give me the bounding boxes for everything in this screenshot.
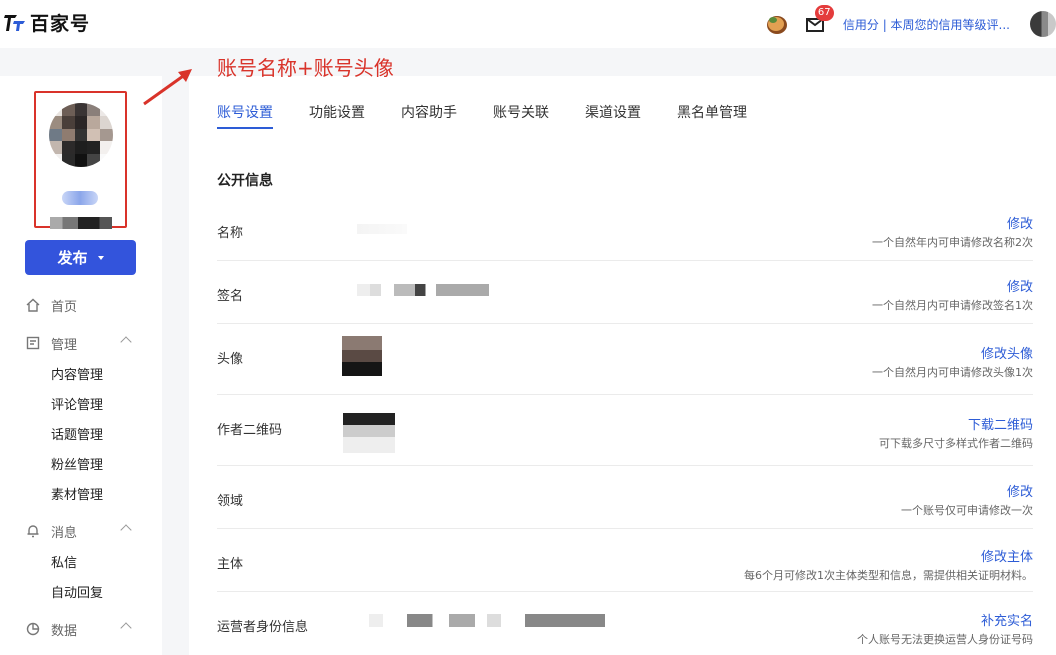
account-level-badge [62, 191, 98, 205]
row-label: 头像 [217, 352, 244, 367]
row-label: 名称 [217, 226, 244, 241]
sidebar: 发布 首页 管理 内容管理 评论管理 话题管理 粉丝管理 素材管理 消息 私信 … [0, 76, 162, 655]
user-avatar[interactable] [1030, 11, 1056, 37]
mail-button[interactable]: 67 [805, 5, 834, 35]
sidebar-item-private-message[interactable]: 私信 [0, 546, 162, 576]
sidebar-item-auto-reply[interactable]: 自动回复 [0, 576, 162, 606]
sidebar-item-data[interactable]: 数据 [0, 614, 162, 644]
signature-value-blurred [357, 284, 489, 296]
sidebar-item-material-manage[interactable]: 素材管理 [0, 478, 162, 508]
avatar-value-pixelated[interactable] [342, 336, 382, 376]
tab-blacklist[interactable]: 黑名单管理 [677, 103, 747, 129]
document-icon [26, 336, 40, 350]
top-header: 百家号 67 信用分 | 本周您的信用等级评... [0, 0, 1056, 48]
row-hint: 可下载多尺寸多样式作者二维码 [879, 437, 1033, 450]
caret-down-icon [97, 255, 104, 260]
chevron-up-icon [120, 336, 132, 348]
modify-avatar-link[interactable]: 修改头像 [981, 343, 1033, 362]
settings-row-entity: 主体 修改主体 每6个月可修改1次主体类型和信息，需提供相关证明材料。 [217, 529, 1033, 592]
credit-score-link[interactable]: 信用分 | 本周您的信用等级评... [843, 16, 1010, 33]
settings-row-avatar: 头像 修改头像 一个自然月内可申请修改头像1次 [217, 324, 1033, 395]
baijiahao-logo[interactable]: 百家号 [4, 9, 90, 35]
operator-identity-blurred [369, 614, 605, 627]
mail-count-badge: 67 [814, 5, 834, 21]
tab-account-settings[interactable]: 账号设置 [217, 103, 273, 129]
row-hint: 一个账号仅可申请修改一次 [901, 504, 1033, 517]
account-avatar-pixelated[interactable] [49, 103, 113, 167]
sidebar-item-message[interactable]: 消息 [0, 516, 162, 546]
modify-name-link[interactable]: 修改 [1007, 213, 1033, 232]
logo-icon [4, 15, 25, 31]
sidebar-item-comment-manage[interactable]: 评论管理 [0, 388, 162, 418]
qrcode-value-pixelated [343, 413, 395, 453]
row-label: 作者二维码 [217, 423, 283, 438]
section-title-public-info: 公开信息 [217, 173, 273, 189]
row-hint: 一个自然月内可申请修改签名1次 [872, 299, 1033, 312]
complete-realname-link[interactable]: 补充实名 [981, 610, 1033, 629]
modify-entity-link[interactable]: 修改主体 [981, 546, 1033, 565]
annotation-arrow-icon [143, 69, 192, 106]
row-label: 主体 [217, 557, 244, 572]
publish-button[interactable]: 发布 [25, 240, 136, 275]
account-name-pixelated [50, 217, 112, 229]
chevron-up-icon [120, 622, 132, 634]
sidebar-item-topic-manage[interactable]: 话题管理 [0, 418, 162, 448]
chevron-up-icon [120, 524, 132, 536]
annotation-text: 账号名称+账号头像 [217, 56, 394, 80]
row-hint: 一个自然月内可申请修改头像1次 [872, 366, 1033, 379]
sidebar-item-home[interactable]: 首页 [0, 290, 162, 320]
account-profile-highlight [34, 91, 127, 229]
settings-row-signature: 签名 修改 一个自然月内可申请修改签名1次 [217, 261, 1033, 324]
sidebar-item-content-manage[interactable]: 内容管理 [0, 358, 162, 388]
row-label: 运营者身份信息 [217, 620, 309, 635]
chart-pie-icon [26, 622, 40, 636]
bell-icon [27, 525, 39, 538]
publish-label: 发布 [57, 249, 88, 267]
sidebar-item-manage[interactable]: 管理 [0, 328, 162, 358]
coin-icon[interactable] [765, 12, 789, 36]
home-icon [26, 298, 40, 312]
row-hint: 每6个月可修改1次主体类型和信息，需提供相关证明材料。 [744, 569, 1033, 582]
tab-content-assistant[interactable]: 内容助手 [401, 103, 457, 129]
logo-text: 百家号 [30, 12, 91, 35]
row-label: 签名 [217, 289, 244, 304]
settings-panel: 账号设置 功能设置 内容助手 账号关联 渠道设置 黑名单管理 公开信息 名称 修… [189, 76, 1056, 655]
tab-account-link[interactable]: 账号关联 [493, 103, 549, 129]
settings-row-domain: 领域 修改 一个账号仅可申请修改一次 [217, 466, 1033, 529]
modify-signature-link[interactable]: 修改 [1007, 276, 1033, 295]
settings-rows: 名称 修改 一个自然年内可申请修改名称2次 签名 修改 一个自然月内可申请修改签… [217, 198, 1033, 655]
settings-row-qrcode: 作者二维码 下载二维码 可下载多尺寸多样式作者二维码 [217, 395, 1033, 466]
download-qrcode-link[interactable]: 下载二维码 [968, 414, 1033, 433]
settings-row-operator-identity: 运营者身份信息 补充实名 个人账号无法更换运营人身份证号码 [217, 592, 1033, 655]
sidebar-nav: 首页 管理 内容管理 评论管理 话题管理 粉丝管理 素材管理 消息 私信 自动回… [0, 290, 162, 644]
modify-domain-link[interactable]: 修改 [1007, 481, 1033, 500]
settings-tabs: 账号设置 功能设置 内容助手 账号关联 渠道设置 黑名单管理 [217, 103, 783, 129]
row-label: 领域 [217, 494, 244, 509]
sidebar-item-fans-manage[interactable]: 粉丝管理 [0, 448, 162, 478]
tab-function-settings[interactable]: 功能设置 [309, 103, 365, 129]
tab-channel-settings[interactable]: 渠道设置 [585, 103, 641, 129]
name-value-blurred [357, 224, 407, 234]
row-hint: 个人账号无法更换运营人身份证号码 [857, 633, 1033, 646]
row-hint: 一个自然年内可申请修改名称2次 [872, 236, 1033, 249]
settings-row-name: 名称 修改 一个自然年内可申请修改名称2次 [217, 198, 1033, 261]
